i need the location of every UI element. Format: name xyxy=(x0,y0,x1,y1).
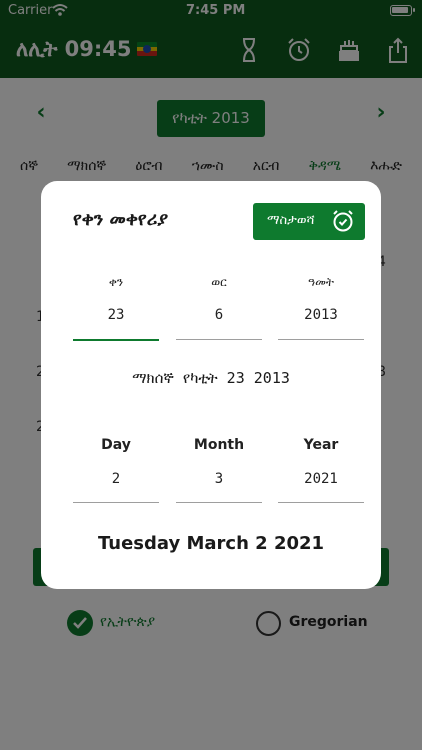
greg-month-label: Month xyxy=(193,437,245,453)
ethiopian-date-result: ማክሰኞ የካቲት 23 2013 xyxy=(132,369,290,387)
greg-day-label: Day xyxy=(101,437,131,453)
alarm-clock-check-icon xyxy=(333,210,353,232)
reminder-button[interactable]: ማስታወሻ xyxy=(253,203,365,240)
greg-year-field[interactable]: 2021 xyxy=(278,471,364,487)
gregorian-date-result: Tuesday March 2 2021 xyxy=(97,533,325,554)
greg-day-underline xyxy=(73,502,159,503)
dialog-title: የቀን መቀየሪያ xyxy=(73,209,169,230)
date-converter-dialog: የቀን መቀየሪያ ማስታወሻ ቀን ወር ዓመት 23 6 2013 ማክሰኞ… xyxy=(41,181,381,589)
greg-day-field[interactable]: 2 xyxy=(73,471,159,487)
eth-year-underline xyxy=(278,339,364,340)
eth-day-field[interactable]: 23 xyxy=(73,307,159,323)
eth-year-field[interactable]: 2013 xyxy=(278,307,364,323)
eth-month-label: ወር xyxy=(211,275,227,289)
eth-year-label: ዓመት xyxy=(307,275,335,289)
reminder-button-label: ማስታወሻ xyxy=(267,213,315,228)
eth-month-field[interactable]: 6 xyxy=(176,307,262,323)
eth-month-underline xyxy=(176,339,262,340)
greg-year-label: Year xyxy=(303,437,339,453)
eth-day-label: ቀን xyxy=(108,275,124,289)
greg-year-underline xyxy=(278,502,364,503)
eth-day-underline xyxy=(73,339,159,341)
greg-month-underline xyxy=(176,502,262,503)
greg-month-field[interactable]: 3 xyxy=(176,471,262,487)
